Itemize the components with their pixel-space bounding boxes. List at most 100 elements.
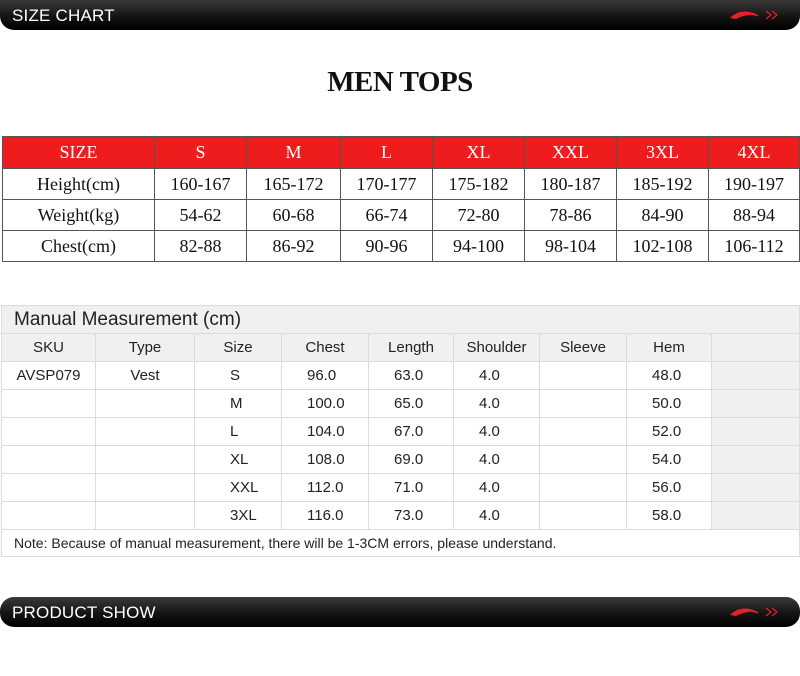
size-chart-cell: 90-96 (340, 230, 433, 262)
size-chart-cell: 98-104 (524, 230, 617, 262)
page-title: MEN TOPS (327, 66, 473, 98)
measurement-cell (539, 473, 627, 502)
size-chart-cell: 180-187 (524, 168, 617, 200)
size-chart-row: Chest(cm) 82-88 86-92 90-96 94-100 98-104 102-… (2, 230, 800, 262)
measurement-cell (710, 361, 800, 390)
measurement-cell: S (194, 361, 282, 390)
measurement-column-header: Chest (281, 333, 369, 362)
measurement-cell: 4.0 (453, 361, 540, 390)
measurement-cell: 52.0 (626, 417, 712, 446)
measurement-cell (539, 361, 627, 390)
size-chart-cell: 94-100 (432, 230, 525, 262)
measurement-column-header: SKU (1, 333, 96, 362)
measurement-cell: 63.0 (368, 361, 454, 390)
measurement-cell (95, 501, 195, 530)
size-header-cell: 4XL (708, 136, 800, 169)
size-header-cell: XXL (524, 136, 617, 169)
size-chart-cell: 86-92 (246, 230, 341, 262)
measurement-row: L 104.0 67.0 4.0 52.0 (1, 417, 800, 446)
size-chart-cell: 106-112 (708, 230, 800, 262)
measurement-cell: 108.0 (281, 445, 369, 474)
measurement-column-header (710, 333, 800, 362)
size-chart-cell: 82-88 (154, 230, 247, 262)
measurement-cell (1, 473, 96, 502)
size-chart-row: Weight(kg) 54-62 60-68 66-74 72-80 78-86 84-90… (2, 199, 800, 231)
measurement-cell: 4.0 (453, 473, 540, 502)
size-chart-cell: 102-108 (616, 230, 709, 262)
product-show-banner: PRODUCT SHOW (0, 597, 800, 627)
measurement-cell (1, 501, 96, 530)
measurement-cell: 50.0 (626, 389, 712, 418)
size-header-cell: M (246, 136, 341, 169)
size-header-cell: S (154, 136, 247, 169)
measurement-cell: 69.0 (368, 445, 454, 474)
measurement-cell (95, 445, 195, 474)
measurement-cell: 58.0 (626, 501, 712, 530)
measurement-cell: AVSP079 (1, 361, 96, 390)
measurement-cell: XL (194, 445, 282, 474)
size-chart-cell: 88-94 (708, 199, 800, 231)
measurement-column-header: Sleeve (539, 333, 627, 362)
size-chart-cell: 175-182 (432, 168, 525, 200)
size-chart-cell: 185-192 (616, 168, 709, 200)
measurement-title: Manual Measurement (cm) (0, 305, 800, 334)
measurement-cell: 71.0 (368, 473, 454, 502)
measurement-cell: 67.0 (368, 417, 454, 446)
measurement-note: Note: Because of manual measurement, the… (0, 529, 800, 557)
size-chart-body: Height(cm) 160-167 165-172 170-177 175-182 18… (2, 168, 800, 262)
size-header-label: SIZE (2, 136, 155, 169)
size-header-cell: L (340, 136, 433, 169)
measurement-cell (539, 389, 627, 418)
measurement-body: AVSP079 Vest S 96.0 63.0 4.0 48.0 M 100.0 65.0 4.0… (1, 361, 800, 530)
size-row-label: Height(cm) (2, 168, 155, 200)
size-chart-row: Height(cm) 160-167 165-172 170-177 175-182 18… (2, 168, 800, 200)
measurement-row: AVSP079 Vest S 96.0 63.0 4.0 48.0 (1, 361, 800, 390)
measurement-cell: 4.0 (453, 389, 540, 418)
measurement-cell: 112.0 (281, 473, 369, 502)
measurement-cell (710, 389, 800, 418)
measurement-cell (95, 389, 195, 418)
measurement-cell (1, 417, 96, 446)
size-chart-cell: 72-80 (432, 199, 525, 231)
measurement-cell (539, 501, 627, 530)
size-chart-cell: 84-90 (616, 199, 709, 231)
measurement-cell (710, 417, 800, 446)
measurement-header-row: SKU Type Size Chest Length Shoulder Sleeve Hem (1, 333, 800, 362)
measurement-cell (95, 473, 195, 502)
measurement-cell (710, 473, 800, 502)
measurement-cell: 73.0 (368, 501, 454, 530)
size-header-cell: XL (432, 136, 525, 169)
measurement-cell: 104.0 (281, 417, 369, 446)
measurement-cell (95, 417, 195, 446)
measurement-column-header: Shoulder (453, 333, 540, 362)
size-header-cell: 3XL (616, 136, 709, 169)
measurement-cell: XXL (194, 473, 282, 502)
measurement-row: XL 108.0 69.0 4.0 54.0 (1, 445, 800, 474)
measurement-cell: 48.0 (626, 361, 712, 390)
measurement-cell (710, 501, 800, 530)
brand-logo-icon (730, 10, 778, 20)
measurement-row: XXL 112.0 71.0 4.0 56.0 (1, 473, 800, 502)
measurement-cell: M (194, 389, 282, 418)
measurement-cell (1, 389, 96, 418)
measurement-row: 3XL 116.0 73.0 4.0 58.0 (1, 501, 800, 530)
measurement-cell: 4.0 (453, 417, 540, 446)
size-chart-cell: 60-68 (246, 199, 341, 231)
size-chart-cell: 160-167 (154, 168, 247, 200)
size-chart-cell: 170-177 (340, 168, 433, 200)
size-chart-cell: 190-197 (708, 168, 800, 200)
measurement-cell (539, 417, 627, 446)
measurement-cell: 4.0 (453, 445, 540, 474)
size-chart-banner-title: SIZE CHART (12, 6, 115, 25)
measurement-cell: 3XL (194, 501, 282, 530)
size-chart-cell: 165-172 (246, 168, 341, 200)
measurement-column-header: Type (95, 333, 195, 362)
measurement-cell (1, 445, 96, 474)
measurement-column-header: Size (194, 333, 282, 362)
size-row-label: Chest(cm) (2, 230, 155, 262)
size-chart-header-row: SIZE S M L XL XXL 3XL 4XL (2, 136, 800, 169)
measurement-cell: L (194, 417, 282, 446)
measurement-cell: 56.0 (626, 473, 712, 502)
measurement-cell: 54.0 (626, 445, 712, 474)
measurement-row: M 100.0 65.0 4.0 50.0 (1, 389, 800, 418)
